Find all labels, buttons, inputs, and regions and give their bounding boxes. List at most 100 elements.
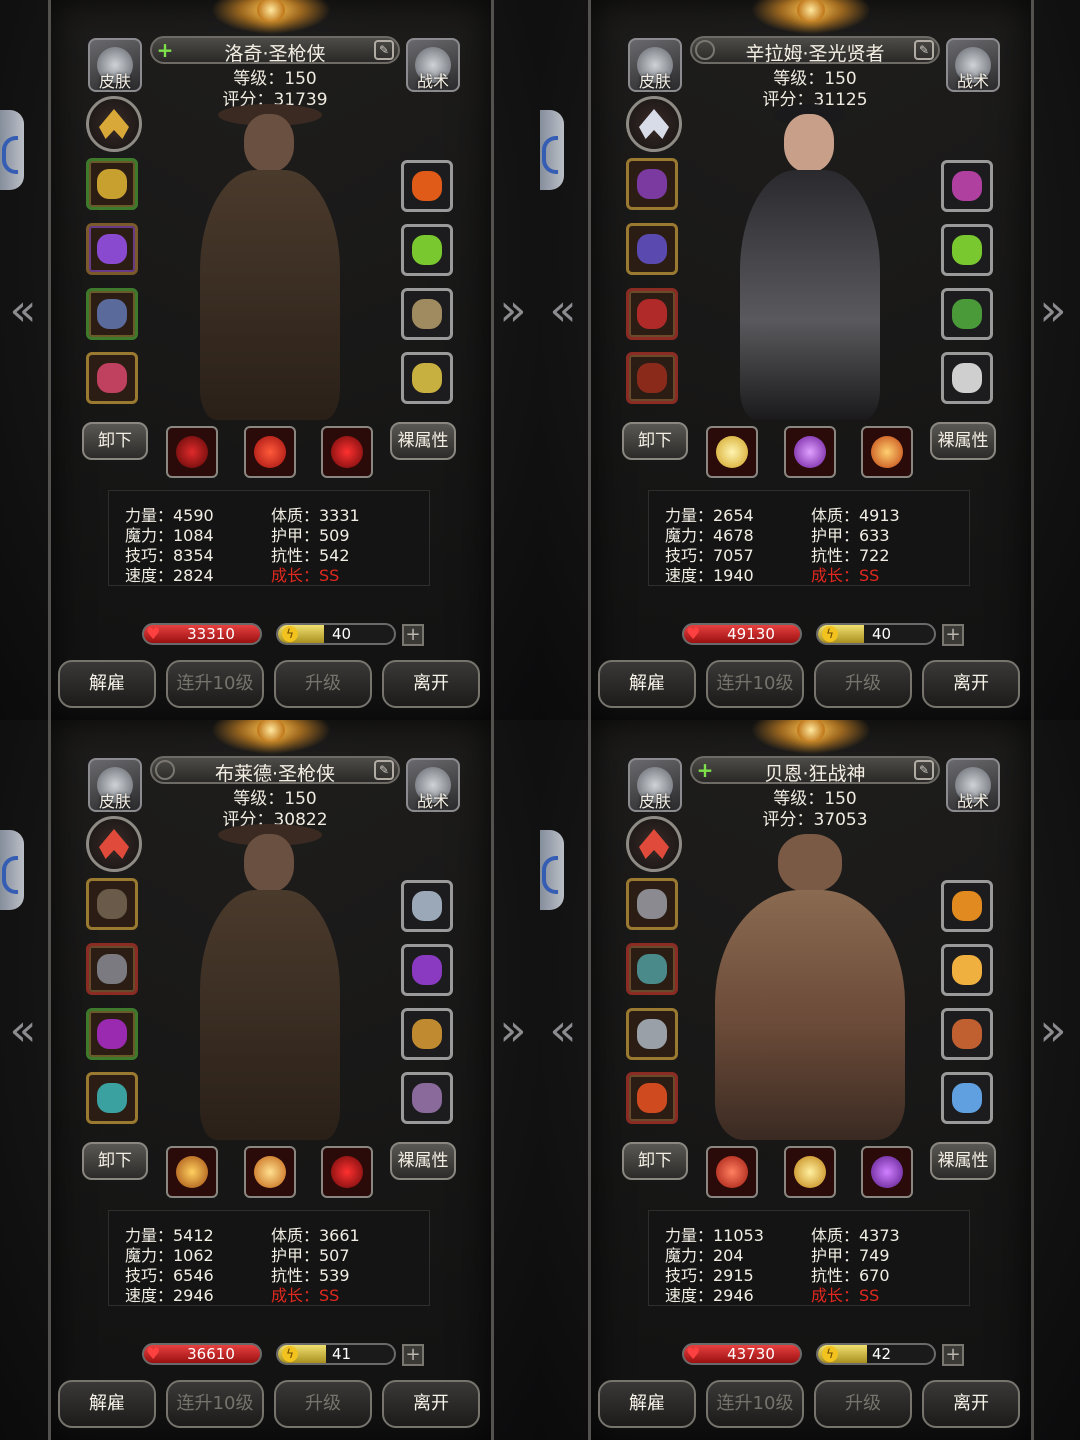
equip-slot-armor[interactable] xyxy=(86,223,138,275)
equip-slot-acc4[interactable] xyxy=(401,352,453,404)
unequip-button[interactable]: 卸下 xyxy=(82,1142,148,1180)
equip-slot-acc2[interactable] xyxy=(401,224,453,276)
leave-button[interactable]: 离开 xyxy=(382,660,480,708)
next-hero-icon[interactable]: » xyxy=(1038,289,1068,333)
prev-hero-icon[interactable]: « xyxy=(8,1009,38,1053)
equip-slot-acc4[interactable] xyxy=(941,352,993,404)
stat-speed: 速度：2946 xyxy=(125,1286,214,1305)
bare-attributes-button[interactable]: 裸属性 xyxy=(930,1142,996,1180)
equip-slot-amulet[interactable] xyxy=(86,1072,138,1124)
skin-label: 皮肤 xyxy=(638,72,671,91)
hp-bar: ♥ 49130 xyxy=(682,623,802,645)
equip-slot-helmet[interactable] xyxy=(86,288,138,340)
add-energy-button[interactable]: + xyxy=(942,1344,964,1366)
class-emblem-icon xyxy=(86,816,142,872)
add-energy-button[interactable]: + xyxy=(942,624,964,646)
skill-slot-2[interactable] xyxy=(784,426,836,478)
next-hero-icon[interactable]: » xyxy=(1038,1009,1068,1053)
energy-value: 40 xyxy=(872,625,892,643)
hero-card-4: « 皮肤 战术 + 贝恩·狂战神 ✎ 等级：150 评分：37053 卸下 裸属… xyxy=(540,720,1080,1440)
equip-slot-amulet[interactable] xyxy=(626,1072,678,1124)
equip-slot-amulet[interactable] xyxy=(86,352,138,404)
equip-slot-acc1[interactable] xyxy=(941,880,993,932)
bare-attributes-button[interactable]: 裸属性 xyxy=(390,1142,456,1180)
next-hero-icon[interactable]: » xyxy=(498,1009,528,1053)
skill-slot-3[interactable] xyxy=(321,426,373,478)
dismiss-button[interactable]: 解雇 xyxy=(58,1380,156,1428)
class-emblem-icon xyxy=(626,816,682,872)
add-energy-button[interactable]: + xyxy=(402,624,424,646)
equip-slot-weapon[interactable] xyxy=(86,158,138,210)
equip-slot-helmet[interactable] xyxy=(86,1008,138,1060)
skill-slot-3[interactable] xyxy=(861,426,913,478)
unequip-button[interactable]: 卸下 xyxy=(622,422,688,460)
skill-slot-2[interactable] xyxy=(244,1146,296,1198)
hero-name-bar: + 贝恩·狂战神 ✎ xyxy=(690,756,940,785)
skill-slot-2[interactable] xyxy=(784,1146,836,1198)
rename-pen-icon[interactable]: ✎ xyxy=(914,760,934,780)
next-hero-icon[interactable]: » xyxy=(498,289,528,333)
bare-attributes-button[interactable]: 裸属性 xyxy=(390,422,456,460)
add-energy-button[interactable]: + xyxy=(402,1344,424,1366)
stats-panel: 力量：4590 体质：3331 魔力：1084 护甲：509 技巧：8354 抗… xyxy=(108,490,430,586)
crest-ornament-icon xyxy=(751,720,871,754)
level-up-10-button[interactable]: 连升10级 xyxy=(706,1380,804,1428)
equip-slot-helmet[interactable] xyxy=(626,1008,678,1060)
crest-ornament-icon xyxy=(211,0,331,34)
skill-slot-1[interactable] xyxy=(166,1146,218,1198)
equip-slot-acc2[interactable] xyxy=(941,944,993,996)
rename-pen-icon[interactable]: ✎ xyxy=(374,40,394,60)
equip-slot-acc2[interactable] xyxy=(941,224,993,276)
hp-bar: ♥ 33310 xyxy=(142,623,262,645)
unequip-button[interactable]: 卸下 xyxy=(82,422,148,460)
dismiss-button[interactable]: 解雇 xyxy=(598,660,696,708)
skill-slot-3[interactable] xyxy=(861,1146,913,1198)
prev-hero-icon[interactable]: « xyxy=(8,289,38,333)
bare-attributes-button[interactable]: 裸属性 xyxy=(930,422,996,460)
dismiss-button[interactable]: 解雇 xyxy=(598,1380,696,1428)
recruit-plus-icon[interactable]: + xyxy=(694,759,716,781)
recruit-slot-icon xyxy=(155,760,175,780)
equip-slot-armor[interactable] xyxy=(626,943,678,995)
equip-slot-acc4[interactable] xyxy=(401,1072,453,1124)
level-up-button[interactable]: 升级 xyxy=(814,1380,912,1428)
prev-hero-icon[interactable]: « xyxy=(548,1009,578,1053)
equip-slot-acc3[interactable] xyxy=(941,288,993,340)
equip-slot-acc3[interactable] xyxy=(401,288,453,340)
equip-slot-helmet[interactable] xyxy=(626,288,678,340)
equip-slot-acc3[interactable] xyxy=(401,1008,453,1060)
unequip-button[interactable]: 卸下 xyxy=(622,1142,688,1180)
equip-slot-acc1[interactable] xyxy=(401,880,453,932)
equip-slot-acc1[interactable] xyxy=(401,160,453,212)
equip-slot-weapon[interactable] xyxy=(626,878,678,930)
equip-slot-acc3[interactable] xyxy=(941,1008,993,1060)
equip-slot-armor[interactable] xyxy=(86,943,138,995)
level-up-button[interactable]: 升级 xyxy=(814,660,912,708)
equip-slot-weapon[interactable] xyxy=(626,158,678,210)
level-up-10-button[interactable]: 连升10级 xyxy=(166,1380,264,1428)
equip-slot-weapon[interactable] xyxy=(86,878,138,930)
skill-slot-3[interactable] xyxy=(321,1146,373,1198)
leave-button[interactable]: 离开 xyxy=(922,660,1020,708)
skill-slot-1[interactable] xyxy=(706,426,758,478)
level-up-button[interactable]: 升级 xyxy=(274,1380,372,1428)
equip-slot-acc4[interactable] xyxy=(941,1072,993,1124)
leave-button[interactable]: 离开 xyxy=(922,1380,1020,1428)
rename-pen-icon[interactable]: ✎ xyxy=(374,760,394,780)
skill-slot-1[interactable] xyxy=(706,1146,758,1198)
level-up-10-button[interactable]: 连升10级 xyxy=(706,660,804,708)
equip-slot-acc2[interactable] xyxy=(401,944,453,996)
recruit-plus-icon[interactable]: + xyxy=(154,39,176,61)
dismiss-button[interactable]: 解雇 xyxy=(58,660,156,708)
rename-pen-icon[interactable]: ✎ xyxy=(914,40,934,60)
leave-button[interactable]: 离开 xyxy=(382,1380,480,1428)
equip-slot-amulet[interactable] xyxy=(626,352,678,404)
skill-slot-1[interactable] xyxy=(166,426,218,478)
prev-hero-icon[interactable]: « xyxy=(548,289,578,333)
tactics-label: 战术 xyxy=(416,792,449,811)
equip-slot-armor[interactable] xyxy=(626,223,678,275)
level-up-button[interactable]: 升级 xyxy=(274,660,372,708)
level-up-10-button[interactable]: 连升10级 xyxy=(166,660,264,708)
equip-slot-acc1[interactable] xyxy=(941,160,993,212)
skill-slot-2[interactable] xyxy=(244,426,296,478)
